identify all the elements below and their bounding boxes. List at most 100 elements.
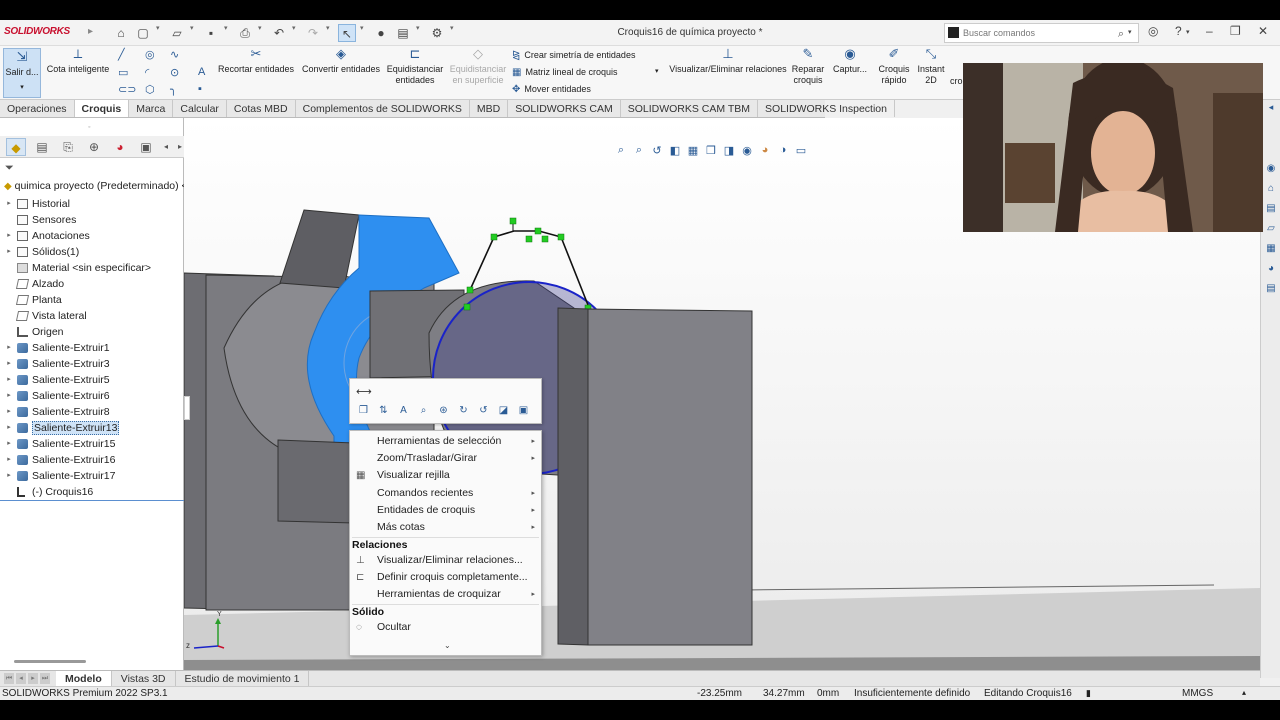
close-icon[interactable]: ✕ xyxy=(1258,24,1268,38)
custom-properties-icon[interactable]: ◕ xyxy=(1264,262,1278,276)
arc-icon[interactable]: ◜ xyxy=(145,66,149,79)
panel-grip-icon[interactable]: ◦ xyxy=(88,124,90,131)
slot-icon[interactable]: ⊂⊃ xyxy=(118,83,136,96)
tab-scroll-right-icon[interactable]: ▸ xyxy=(176,138,184,156)
minimize-icon[interactable]: – xyxy=(1206,24,1213,38)
tree-item[interactable]: Vista lateral xyxy=(4,308,151,324)
cam-tab-icon[interactable]: ▣ xyxy=(136,138,156,156)
help-dropdown-arrow-icon[interactable]: ▾ xyxy=(1186,28,1190,36)
offset-entities-button[interactable]: ⊏ Equidistanciar entidades xyxy=(384,47,446,86)
expand-arrow-icon[interactable]: ▸ xyxy=(4,468,14,484)
sketch-point[interactable] xyxy=(509,217,517,225)
normal-to-context-icon[interactable]: ⇅ xyxy=(376,403,391,418)
sketch-point[interactable] xyxy=(463,303,471,311)
menu-item-selection-tools[interactable]: Herramientas de selección ▸ xyxy=(350,433,541,450)
line-icon[interactable]: ╱ xyxy=(118,48,125,61)
hide-show-context-icon[interactable]: ▣ xyxy=(516,403,531,418)
tree-item[interactable]: Alzado xyxy=(4,276,151,292)
rectangle-icon[interactable]: ▭ xyxy=(118,66,128,79)
home-icon[interactable]: ⌂ xyxy=(112,24,130,42)
tree-item[interactable]: (-) Croquis16 xyxy=(4,484,151,500)
menu-item-fully-define-sketch[interactable]: ⊏ Definir croquis completamente... xyxy=(350,569,541,586)
tree-item[interactable]: ▸ Saliente-Extruir16 xyxy=(4,452,151,468)
first-tab-icon[interactable]: ⏮ xyxy=(4,673,14,684)
tab-solidworks-cam-tbm[interactable]: SOLIDWORKS CAM TBM xyxy=(621,100,759,117)
select-pointer-icon[interactable]: ↖ xyxy=(338,24,356,42)
menu-item-more-dimensions[interactable]: Más cotas ▸ xyxy=(350,519,541,536)
dropdown-arrow-icon[interactable]: ▾ xyxy=(416,24,424,42)
tab-solidworks-inspection[interactable]: SOLIDWORKS Inspection xyxy=(758,100,895,117)
tree-item[interactable]: Material <sin especificar> xyxy=(4,260,151,276)
tab-marca[interactable]: Marca xyxy=(129,100,174,117)
text-context-icon[interactable]: A xyxy=(396,403,411,418)
expand-arrow-icon[interactable]: ▸ xyxy=(4,388,14,404)
tree-item[interactable]: ▸ Historial xyxy=(4,196,151,212)
dropdown-arrow-icon[interactable]: ▾ xyxy=(4,82,40,93)
print-icon[interactable]: ⎙ xyxy=(236,24,254,42)
rapid-sketch-button[interactable]: ✐ Croquis rápido xyxy=(874,47,914,86)
tree-item[interactable]: Origen xyxy=(4,324,151,340)
expand-arrow-icon[interactable]: ▸ xyxy=(4,436,14,452)
capture-button[interactable]: ◉ Captur... xyxy=(830,47,870,75)
dropdown-arrow-icon[interactable]: ▾ xyxy=(224,24,232,42)
instant-2d-button[interactable]: ⤡ Instant 2D xyxy=(914,47,948,86)
rotate-context-icon[interactable]: ↻ xyxy=(456,403,471,418)
last-tab-icon[interactable]: ⏭ xyxy=(40,673,50,684)
expand-arrow-icon[interactable]: ▸ xyxy=(4,420,14,436)
new-document-icon[interactable]: ▢ xyxy=(134,24,152,42)
restore-icon[interactable]: ❐ xyxy=(1230,24,1241,38)
tree-item[interactable]: ▸ Anotaciones xyxy=(4,228,151,244)
sketch-point[interactable] xyxy=(541,235,549,243)
sketch-point[interactable] xyxy=(490,233,498,241)
polygon-icon[interactable]: ⬡ xyxy=(145,83,155,96)
sketch-point[interactable] xyxy=(557,233,565,241)
tree-root-part[interactable]: ◆ quimica proyecto (Predeterminado) < xyxy=(4,180,188,192)
clipped-ribbon-button[interactable]: cro xyxy=(950,76,963,86)
tree-item[interactable]: Sensores xyxy=(4,212,151,228)
rebuild-status-icon[interactable]: ▮ xyxy=(1086,688,1091,699)
tree-item[interactable]: Planta xyxy=(4,292,151,308)
expand-arrow-icon[interactable]: ▸ xyxy=(4,404,14,420)
offset-on-surface-button[interactable]: ◇ Equidistanciar en superficie xyxy=(448,47,508,86)
save-icon[interactable]: ▪ xyxy=(202,24,220,42)
tab-modelo[interactable]: Modelo xyxy=(56,671,112,686)
options-gear-icon[interactable]: ⚙ xyxy=(428,24,446,42)
zoom-selection-context-icon[interactable]: ⊛ xyxy=(436,403,451,418)
circle-icon[interactable]: ◎ xyxy=(145,48,155,61)
dropdown-arrow-icon[interactable]: ▾ xyxy=(326,24,334,42)
menu-expand-chevron-icon[interactable]: ⌄ xyxy=(444,641,451,650)
tree-item[interactable]: ▸ Sólidos(1) xyxy=(4,244,151,260)
dropdown-arrow-icon[interactable]: ▾ xyxy=(156,24,164,42)
dropdown-arrow-icon[interactable]: ▾ xyxy=(360,24,368,42)
undo-icon[interactable]: ↶ xyxy=(270,24,288,42)
tree-horizontal-scrollbar[interactable] xyxy=(14,660,86,663)
expand-arrow-icon[interactable]: ▸ xyxy=(4,372,14,388)
smart-dimension-button[interactable]: ⟂ Cota inteligente xyxy=(45,47,111,75)
menu-item-zoom-pan-rotate[interactable]: Zoom/Trasladar/Girar ▸ xyxy=(350,450,541,467)
sketch-point[interactable] xyxy=(534,227,542,235)
linear-pattern-button[interactable]: ▦ Matriz lineal de croquis xyxy=(512,67,618,78)
tab-scroll-left-icon[interactable]: ◂ xyxy=(162,138,170,156)
dropdown-arrow-icon[interactable]: ▾ xyxy=(258,24,266,42)
text-icon[interactable]: A xyxy=(198,66,205,78)
file-explorer-icon[interactable]: ▤ xyxy=(1264,202,1278,216)
configuration-manager-tab-icon[interactable]: ⎘ xyxy=(58,138,78,156)
panel-collapse-handle[interactable] xyxy=(184,396,190,420)
dropdown-arrow-icon[interactable]: ▾ xyxy=(292,24,300,42)
pan-context-icon[interactable]: ↺ xyxy=(476,403,491,418)
user-account-icon[interactable]: ◎ xyxy=(1148,24,1158,38)
design-library-icon[interactable]: ⌂ xyxy=(1264,182,1278,196)
dropdown-arrow-icon[interactable]: ▾ xyxy=(190,24,198,42)
dimxpert-tab-icon[interactable]: ⊕ xyxy=(84,138,104,156)
tab-vistas-3d[interactable]: Vistas 3D xyxy=(112,671,176,686)
expand-arrow-icon[interactable]: ▸ xyxy=(4,340,14,356)
ellipse-icon[interactable]: ⊙ xyxy=(170,66,179,79)
expand-arrow-icon[interactable]: ▸ xyxy=(4,244,14,260)
dropdown-arrow-icon[interactable]: ▾ xyxy=(450,24,458,42)
tab-estudio-movimiento[interactable]: Estudio de movimiento 1 xyxy=(176,671,310,686)
pattern-dropdown-arrow-icon[interactable]: ▾ xyxy=(655,67,659,75)
menu-item-display-delete-relations[interactable]: ⊥ Visualizar/Eliminar relaciones... xyxy=(350,552,541,569)
prev-tab-icon[interactable]: ◂ xyxy=(16,673,26,684)
menu-item-display-grid[interactable]: ▦ Visualizar rejilla xyxy=(350,467,541,484)
expand-arrow-icon[interactable]: ▸ xyxy=(4,356,14,372)
